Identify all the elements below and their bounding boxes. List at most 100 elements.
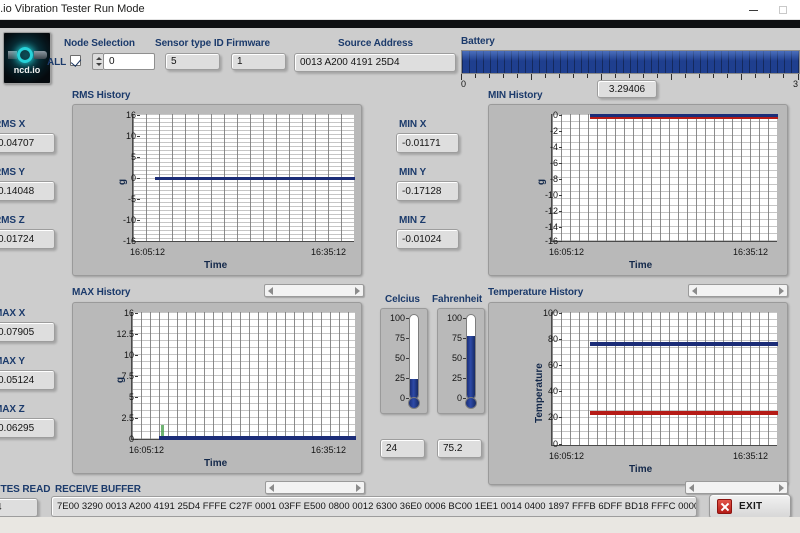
bytes-read-label: YTES READ <box>0 484 51 495</box>
max-xtick-start: 16:05:12 <box>129 445 165 455</box>
logo-text: ncd.io <box>13 65 41 75</box>
min-trace-x <box>590 114 778 117</box>
temperature-history-graph[interactable]: 100 80 60 40 20 0 Temperature 16:05:12 1… <box>488 302 788 485</box>
max-ytick: 5 <box>128 392 139 402</box>
min-plot-area <box>551 114 778 242</box>
scroll-left-arrow-icon[interactable] <box>692 286 697 295</box>
scroll-right-arrow-icon[interactable] <box>355 286 360 295</box>
fahrenheit-fill <box>467 336 475 399</box>
rms-x-field: 0.04707 <box>0 133 55 153</box>
max-ytick: 16 <box>123 308 139 318</box>
firmware-field: 1 <box>231 53 286 70</box>
scroll-right-arrow-icon[interactable] <box>779 286 784 295</box>
min-ytick: -8 <box>549 174 563 184</box>
status-bar <box>0 517 800 533</box>
receive-buffer-label: RECEIVE BUFFER <box>55 484 141 495</box>
max-z-field: 0.06295 <box>0 418 55 438</box>
rms-ytick: 5 <box>130 152 141 162</box>
maximize-icon[interactable] <box>768 0 798 20</box>
scroll-right-arrow-icon[interactable] <box>356 483 361 492</box>
min-ytick: -2 <box>549 126 563 136</box>
celcius-tick: 75 <box>394 333 410 343</box>
min-ytick: -10 <box>544 190 563 200</box>
all-checkbox[interactable] <box>70 55 81 66</box>
min-ytick: -6 <box>549 158 563 168</box>
temperature-history-scrollbar[interactable] <box>688 284 788 297</box>
min-ytick: -4 <box>549 142 563 152</box>
receive-buffer-field: 7E00 3290 0013 A200 4191 25D4 FFFE C27F … <box>51 496 697 517</box>
max-z-label: MAX Z <box>0 404 25 415</box>
fahrenheit-tick: 50 <box>451 353 467 363</box>
min-xtick-end: 16:35:12 <box>733 247 769 257</box>
temperature-y-axis-title: Temperature <box>534 363 545 423</box>
battery-min-tick: 0 <box>461 79 467 89</box>
scroll-left-arrow-icon[interactable] <box>268 286 273 295</box>
celcius-tick: 25 <box>394 373 410 383</box>
footer-right-scrollbar[interactable] <box>685 481 788 494</box>
max-history-graph[interactable]: 16 12.5 10 7.5 5 2.5 0 g 16:05:12 16:35:… <box>72 302 362 474</box>
temperature-x-axis-title: Time <box>629 464 653 475</box>
battery-label: Battery <box>461 36 495 47</box>
min-x-axis-title: Time <box>629 260 653 271</box>
min-y-axis-title: g <box>536 178 547 185</box>
exit-button[interactable]: EXIT <box>709 494 791 519</box>
title-bar: d.io Vibration Tester Run Mode <box>0 0 800 20</box>
rms-x-label: RMS X <box>0 119 26 130</box>
min-history-graph[interactable]: 0 -2 -4 -6 -8 -10 -12 -14 -16 g 16:05:12… <box>488 104 788 276</box>
node-selection-label: Node Selection <box>64 38 135 49</box>
scroll-right-arrow-icon[interactable] <box>779 483 784 492</box>
rms-xtick-start: 16:05:12 <box>130 247 166 257</box>
all-label: ALL <box>47 57 67 68</box>
logo-ring-icon <box>17 47 33 63</box>
temperature-xtick-end: 16:35:12 <box>733 451 769 461</box>
scroll-left-arrow-icon[interactable] <box>269 483 274 492</box>
celcius-tube <box>409 314 419 400</box>
node-value-input[interactable]: 0 <box>103 53 155 70</box>
max-history-scrollbar[interactable] <box>264 284 364 297</box>
window-buttons <box>738 0 798 20</box>
node-spinner[interactable] <box>92 53 103 70</box>
max-y-axis-title: g <box>115 376 126 383</box>
receive-buffer-scrollbar[interactable] <box>265 481 365 494</box>
logo-bar-right <box>34 51 47 59</box>
max-x-field: 0.07905 <box>0 322 55 342</box>
rms-x-axis-title: Time <box>204 260 228 271</box>
battery-bar <box>461 50 800 74</box>
rms-trace-x <box>155 177 355 180</box>
max-x-axis-title: Time <box>204 458 228 469</box>
fahrenheit-tick: 25 <box>451 373 467 383</box>
rms-xtick-end: 16:35:12 <box>311 247 347 257</box>
temperature-xtick-start: 16:05:12 <box>549 451 585 461</box>
temperature-ytick: 20 <box>547 412 563 422</box>
max-trace-x <box>159 436 356 440</box>
celcius-tick: 50 <box>394 353 410 363</box>
battery-value-field: 3.29406 <box>597 80 657 98</box>
min-z-label: MIN Z <box>399 215 426 226</box>
battery-max-tick: 3 <box>793 79 799 89</box>
fahrenheit-tick: 75 <box>451 333 467 343</box>
application-window: d.io Vibration Tester Run Mode ncd.io No… <box>0 0 800 533</box>
fahrenheit-thermometer: 100 75 50 25 0 <box>437 308 485 414</box>
main-panel: ncd.io Node Selection ALL 0 Sensor type … <box>0 28 800 519</box>
max-y-field: 0.05124 <box>0 370 55 390</box>
max-plot-area <box>131 312 356 440</box>
window-title: d.io Vibration Tester Run Mode <box>0 3 145 15</box>
bytes-read-field: 4 <box>0 498 38 517</box>
min-y-label: MIN Y <box>399 167 427 178</box>
temperature-trace-fahrenheit <box>590 342 778 346</box>
min-z-field: -0.01024 <box>396 229 459 249</box>
minimize-icon[interactable] <box>738 0 768 20</box>
celcius-bulb <box>408 397 420 409</box>
min-xtick-start: 16:05:12 <box>549 247 585 257</box>
rms-history-graph[interactable]: 16 10 5 0 -5 -10 -16 g 16:05:12 16:35:12… <box>72 104 362 276</box>
celcius-tick: 100 <box>389 313 410 323</box>
fahrenheit-tick: 0 <box>456 393 467 403</box>
rms-history-title: RMS History <box>72 90 131 101</box>
rms-ytick: -5 <box>127 194 141 204</box>
temperature-ytick: 0 <box>552 439 563 449</box>
celcius-label: Celcius <box>385 294 420 305</box>
max-y-label: MAX Y <box>0 356 25 367</box>
battery-axis <box>461 74 800 80</box>
min-y-field: -0.17128 <box>396 181 459 201</box>
scroll-left-arrow-icon[interactable] <box>689 483 694 492</box>
